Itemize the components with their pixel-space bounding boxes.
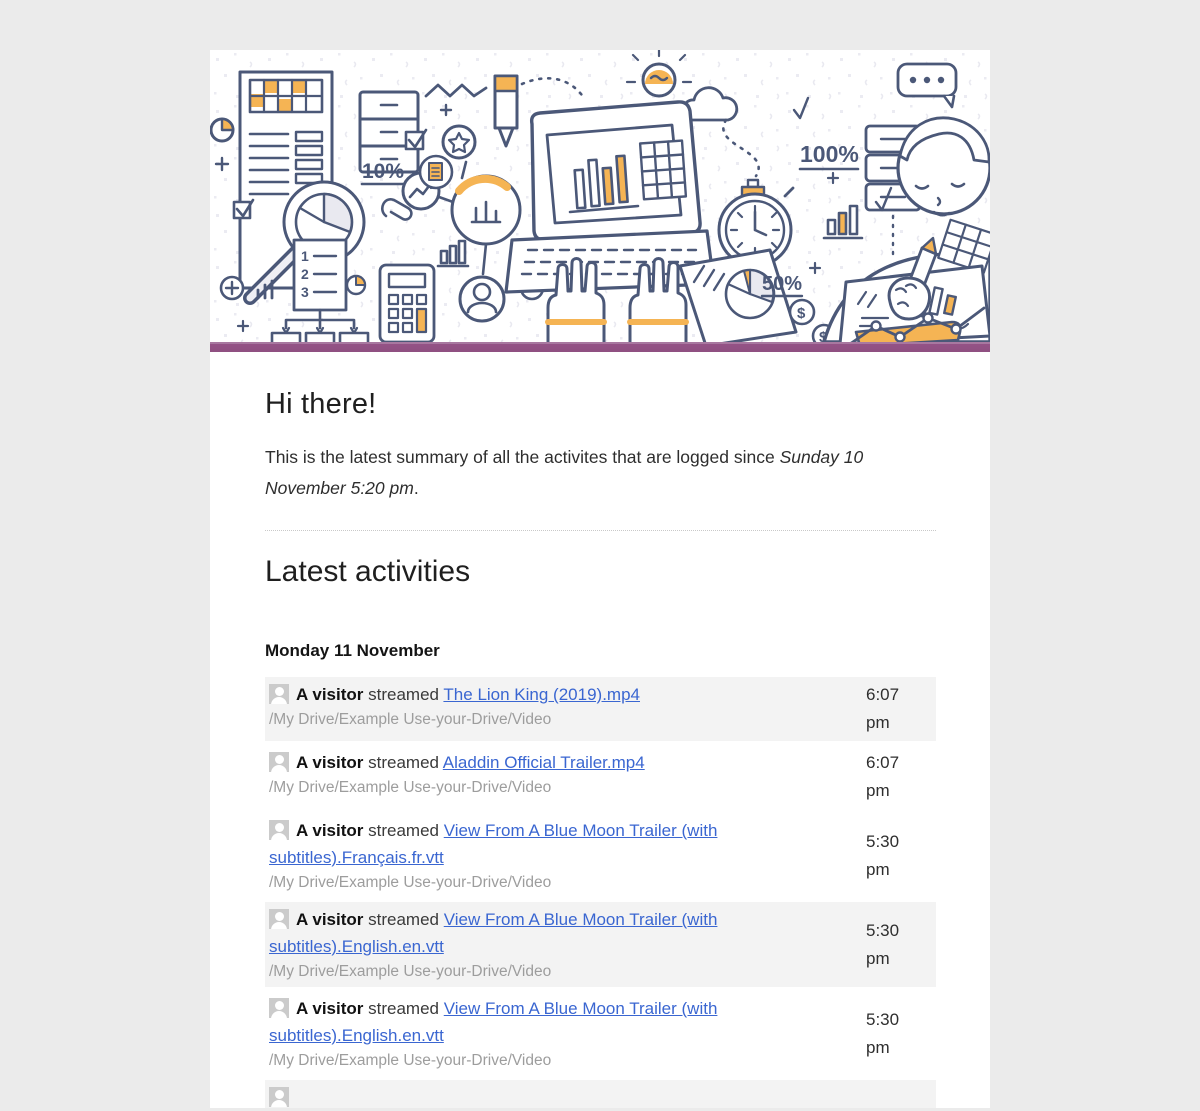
visitor-avatar-icon xyxy=(269,998,289,1018)
activity-row: A visitor streamed The Lion King (2019).… xyxy=(265,677,936,741)
header-illustration: 10% xyxy=(210,50,990,342)
activity-action: streamed xyxy=(368,753,439,772)
small-pie-icon xyxy=(347,276,365,294)
email-card: 10% xyxy=(210,50,990,1108)
activity-actor: A visitor xyxy=(296,910,363,929)
summary-lead: This is the latest summary of all the ac… xyxy=(265,447,775,467)
visitor-avatar-icon xyxy=(269,752,289,772)
calculator-doodle xyxy=(380,265,434,342)
stat-50-percent: 50% xyxy=(762,273,802,295)
checkbox-icon xyxy=(406,130,426,149)
activity-action: streamed xyxy=(368,910,439,929)
page-background: 10% xyxy=(0,0,1200,1074)
stat-10-percent: 10% xyxy=(362,160,404,183)
file-path: /My Drive/Example Use-your-Drive/Video xyxy=(269,709,866,731)
accent-bar xyxy=(210,342,990,352)
stat-100-percent: 100% xyxy=(800,141,859,167)
activity-time: 5:30 pm xyxy=(866,917,910,973)
activity-action: streamed xyxy=(368,685,439,704)
summary-period: . xyxy=(414,478,419,498)
file-link[interactable]: The Lion King (2019).mp4 xyxy=(443,685,640,704)
svg-text:$: $ xyxy=(797,305,806,322)
activity-row: A visitor streamed View From A Blue Moon… xyxy=(265,902,936,987)
email-body: Hi there! This is the latest summary of … xyxy=(210,388,990,1108)
svg-text:1: 1 xyxy=(301,248,309,264)
doc-circle-icon xyxy=(420,156,452,188)
activity-actor: A visitor xyxy=(296,821,363,840)
svg-text:3: 3 xyxy=(301,284,309,300)
summary-text: This is the latest summary of all the ac… xyxy=(265,442,936,504)
activity-action: streamed xyxy=(368,821,439,840)
activity-actor: A visitor xyxy=(296,999,363,1018)
activity-row: A visitor streamed View From A Blue Moon… xyxy=(265,813,936,898)
section-title: Latest activities xyxy=(265,555,936,589)
dotted-divider xyxy=(265,530,936,531)
activity-time: 6:07 pm xyxy=(866,681,910,737)
svg-text:2: 2 xyxy=(301,266,309,282)
checkbox-icon-2 xyxy=(234,200,253,218)
file-link[interactable]: Aladdin Official Trailer.mp4 xyxy=(443,753,645,772)
svg-text:100%: 100% xyxy=(800,141,859,167)
greeting-heading: Hi there! xyxy=(265,388,936,421)
activity-list: A visitor streamed The Lion King (2019).… xyxy=(265,677,936,1108)
laptop-doodle xyxy=(506,102,714,292)
svg-text:10%: 10% xyxy=(362,160,404,183)
activity-row: A visitor streamed View From A Blue Moon… xyxy=(265,991,936,1076)
visitor-avatar-icon xyxy=(269,909,289,929)
day-heading: Monday 11 November xyxy=(265,641,936,661)
visitor-avatar-icon xyxy=(269,820,289,840)
activity-time: 6:07 pm xyxy=(866,749,910,805)
activity-time: 5:30 pm xyxy=(866,1006,910,1062)
file-path: /My Drive/Example Use-your-Drive/Video xyxy=(269,961,866,983)
visitor-avatar-icon xyxy=(269,684,289,704)
star-circle-doodle xyxy=(443,126,475,158)
file-path: /My Drive/Example Use-your-Drive/Video xyxy=(269,1050,866,1072)
activity-action: streamed xyxy=(368,999,439,1018)
file-path: /My Drive/Example Use-your-Drive/Video xyxy=(269,872,866,894)
activity-actor: A visitor xyxy=(296,685,363,704)
activity-row: A visitor streamed Aladdin Official Trai… xyxy=(265,745,936,809)
activity-actor: A visitor xyxy=(296,753,363,772)
analytics-doodle-illustration: 10% xyxy=(210,50,990,342)
activity-row-partial xyxy=(265,1080,936,1108)
activity-time: 5:30 pm xyxy=(866,828,910,884)
svg-text:50%: 50% xyxy=(762,273,802,295)
file-path: /My Drive/Example Use-your-Drive/Video xyxy=(269,777,866,799)
visitor-avatar-icon xyxy=(269,1087,289,1107)
